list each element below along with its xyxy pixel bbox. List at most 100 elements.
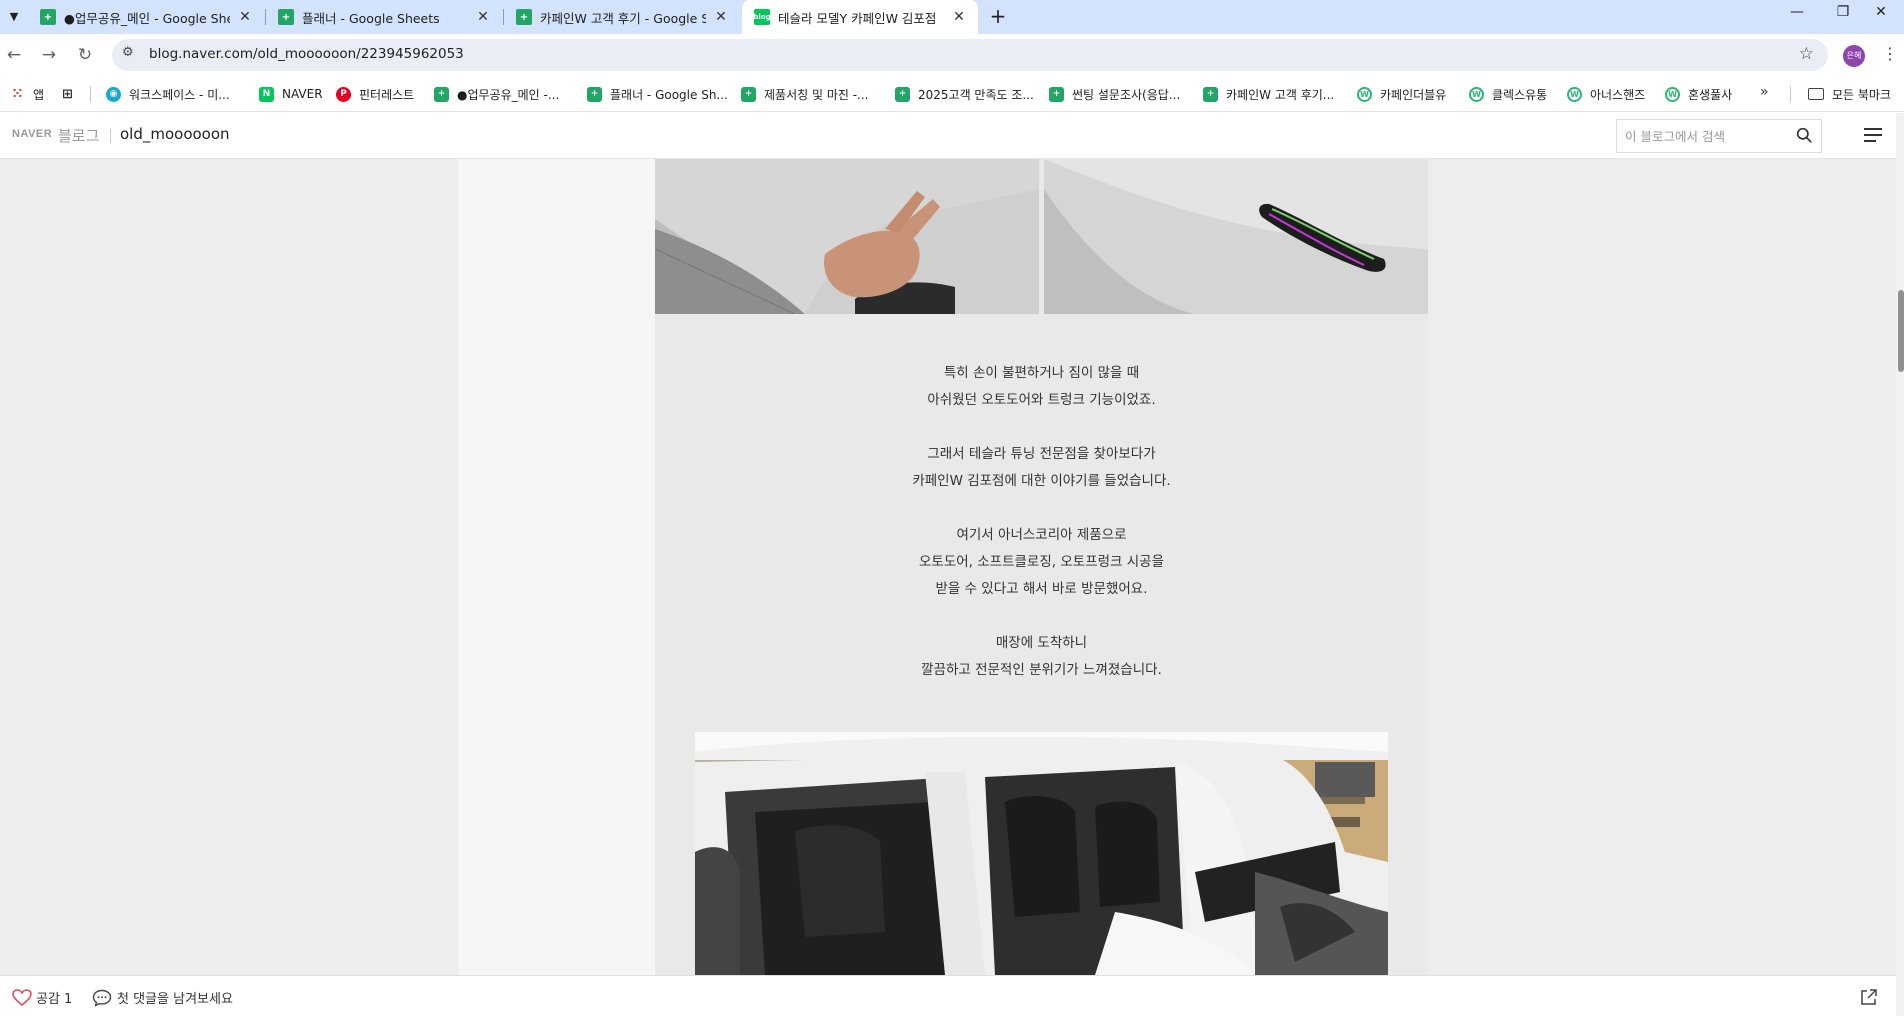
- bookmark-clex[interactable]: W 클렉스유통: [1469, 84, 1547, 104]
- tab-blog-active[interactable]: blog 테슬라 모델Y 카페인W 김포점 ✕: [742, 0, 978, 34]
- bookmark-grid[interactable]: ⊞: [60, 84, 83, 104]
- sheets-icon: +: [1203, 86, 1218, 102]
- bookmark-apps[interactable]: ⁙ 앱: [10, 84, 44, 104]
- tab-search-icon[interactable]: ▼: [2, 4, 26, 28]
- grid-icon: ⊞: [62, 86, 73, 102]
- like-button[interactable]: 공감 1: [12, 988, 72, 1007]
- bookmark-star-icon[interactable]: ☆: [1799, 44, 1814, 64]
- bookmark-honsaeng[interactable]: W 혼생풀사: [1665, 84, 1732, 104]
- tab-planner[interactable]: + 플래너 - Google Sheets ✕: [266, 0, 502, 34]
- blog-id-link[interactable]: old_moooooon: [120, 125, 230, 143]
- w-icon: W: [1567, 86, 1582, 102]
- sheets-icon: +: [741, 86, 756, 102]
- close-icon[interactable]: ✕: [236, 9, 254, 25]
- blog-search-input[interactable]: [1625, 127, 1785, 145]
- bookmark-product-search[interactable]: + 제품서칭 및 마진 -...: [741, 84, 869, 104]
- sheets-icon: +: [516, 9, 532, 25]
- workspace-icon: ◉: [106, 86, 121, 102]
- w-icon: W: [1357, 86, 1372, 102]
- header-divider: [110, 129, 111, 143]
- sheets-icon: +: [895, 86, 910, 102]
- pinterest-icon: P: [336, 86, 351, 102]
- browser-toolbar: ← → ↻ ⚙ blog.naver.com/old_moooooon/2239…: [0, 34, 1904, 76]
- site-settings-icon[interactable]: ⚙: [122, 45, 134, 60]
- all-bookmarks-folder[interactable]: 모든 북마크: [1808, 84, 1891, 104]
- blog-search-box: [1616, 119, 1822, 153]
- hamburger-menu-icon[interactable]: [1864, 127, 1882, 143]
- address-bar[interactable]: ⚙ blog.naver.com/old_moooooon/2239459620…: [112, 39, 1828, 71]
- bookmark-planner[interactable]: + 플래너 - Google Sh...: [587, 84, 728, 104]
- photo-hand-door[interactable]: [655, 159, 1039, 314]
- tab-title: 테슬라 모델Y 카페인W 김포점: [778, 10, 937, 26]
- bookmark-label: 제품서칭 및 마진 -...: [764, 87, 869, 102]
- minimize-button[interactable]: —: [1774, 0, 1820, 26]
- post-text-line: 그래서 테슬라 튜닝 전문점을 찾아보다가: [927, 446, 1156, 462]
- search-icon[interactable]: [1796, 127, 1813, 144]
- browser-menu-icon[interactable]: ⋮: [1882, 44, 1898, 63]
- photo-car-interior[interactable]: [695, 732, 1388, 975]
- close-icon[interactable]: ✕: [474, 9, 492, 25]
- comment-prompt: 첫 댓글을 남겨보세요: [117, 992, 233, 1007]
- forward-arrow-icon[interactable]: →: [35, 41, 63, 69]
- reload-icon[interactable]: ↻: [71, 41, 99, 69]
- post-paragraph: 여기서 아너스코리아 제품으로 오토도어, 소프트클로징, 오토프렁크 시공을 …: [655, 522, 1428, 603]
- bookmark-label: 플래너 - Google Sh...: [610, 87, 728, 102]
- tab-title: 플래너 - Google Sheets: [302, 10, 440, 26]
- tab-strip: ▼ + ●업무공유_메인 - Google Sheets ✕ + 플래너 - G…: [0, 0, 1904, 34]
- bookmark-label: 클렉스유통: [1492, 87, 1548, 102]
- naver-icon: N: [259, 86, 274, 102]
- bookmark-label: 워크스페이스 - 미...: [129, 87, 230, 102]
- comment-button[interactable]: 첫 댓글을 남겨보세요: [92, 988, 233, 1007]
- close-icon[interactable]: ✕: [950, 9, 968, 25]
- sheets-icon: +: [434, 86, 449, 102]
- blog-header: NAVER 블로그 old_moooooon: [0, 113, 1896, 159]
- bookmark-label: 앱: [33, 87, 45, 102]
- tab-reviews[interactable]: + 카페인W 고객 후기 - Google Sheets ✕: [504, 0, 740, 34]
- heart-icon: [12, 988, 32, 1006]
- post-text-line: 받을 수 있다고 해서 바로 방문했어요.: [935, 581, 1148, 597]
- post-text-line: 카페인W 김포점에 대한 이야기를 들었습니다.: [912, 473, 1171, 489]
- naver-logo[interactable]: NAVER: [12, 128, 52, 140]
- bookmark-caffeine-w[interactable]: W 카페인더블유: [1357, 84, 1446, 104]
- bookmark-label: ●업무공유_메인 -...: [457, 87, 560, 102]
- tab-sheets-main[interactable]: + ●업무공유_메인 - Google Sheets ✕: [28, 0, 264, 34]
- profile-avatar[interactable]: 은혜: [1843, 45, 1865, 67]
- w-icon: W: [1469, 86, 1484, 102]
- url-text[interactable]: blog.naver.com/old_moooooon/223945962053: [149, 46, 464, 62]
- back-arrow-icon[interactable]: ←: [0, 41, 28, 69]
- post-text-line: 아쉬웠던 오토도어와 트렁크 기능이었죠.: [927, 392, 1156, 408]
- comment-icon: [92, 989, 112, 1007]
- share-icon[interactable]: [1860, 988, 1878, 1006]
- post-text-line: 오토도어, 소프트클로징, 오토프렁크 시공을: [918, 554, 1165, 570]
- post-text-line: 여기서 아너스코리아 제품으로: [956, 527, 1127, 543]
- bookmark-separator: [90, 86, 91, 102]
- new-tab-button[interactable]: +: [985, 4, 1011, 30]
- bookmark-label: 모든 북마크: [1832, 87, 1892, 102]
- post-paragraph: 특히 손이 불편하거나 짐이 많을 때 아쉬웠던 오토도어와 트렁크 기능이었죠…: [655, 360, 1428, 414]
- more-bookmarks-icon[interactable]: »: [1760, 84, 1769, 100]
- bookmark-reviews[interactable]: + 카페인W 고객 후기...: [1203, 84, 1334, 104]
- bookmark-satisfaction[interactable]: + 2025고객 만족도 조...: [895, 84, 1034, 104]
- photo-door-handle[interactable]: [1044, 159, 1428, 314]
- post-action-bar: 공감 1 첫 댓글을 남겨보세요: [0, 975, 1896, 1016]
- bookmark-honors[interactable]: W 아너스핸즈: [1567, 84, 1645, 104]
- bookmark-sheets-main[interactable]: + ●업무공유_메인 -...: [434, 84, 559, 104]
- blog-home-link[interactable]: 블로그: [58, 125, 99, 146]
- sheets-icon: +: [278, 9, 294, 25]
- tab-title: ●업무공유_메인 - Google Sheets: [64, 10, 230, 26]
- post-paragraph: 그래서 테슬라 튜닝 전문점을 찾아보다가 카페인W 김포점에 대한 이야기를 …: [655, 441, 1428, 495]
- like-count: 공감 1: [36, 992, 73, 1007]
- bookmark-tinting-survey[interactable]: + 썬팅 설문조사(응답...: [1049, 84, 1180, 104]
- window-close-button[interactable]: ✕: [1858, 0, 1904, 26]
- sheets-icon: +: [40, 9, 56, 25]
- page-scrollbar[interactable]: [1896, 113, 1904, 1016]
- post-text-line: 특히 손이 불편하거나 짐이 많을 때: [943, 365, 1140, 381]
- bookmark-label: 아너스핸즈: [1590, 87, 1646, 102]
- bookmark-label: 핀터레스트: [359, 87, 415, 102]
- bookmark-pinterest[interactable]: P 핀터레스트: [336, 84, 414, 104]
- tab-title: 카페인W 고객 후기 - Google Sheets: [540, 10, 706, 26]
- bookmark-workspace[interactable]: ◉ 워크스페이스 - 미...: [106, 84, 230, 104]
- bookmark-naver[interactable]: N NAVER: [259, 84, 323, 104]
- scrollbar-thumb[interactable]: [1898, 290, 1904, 372]
- close-icon[interactable]: ✕: [712, 9, 730, 25]
